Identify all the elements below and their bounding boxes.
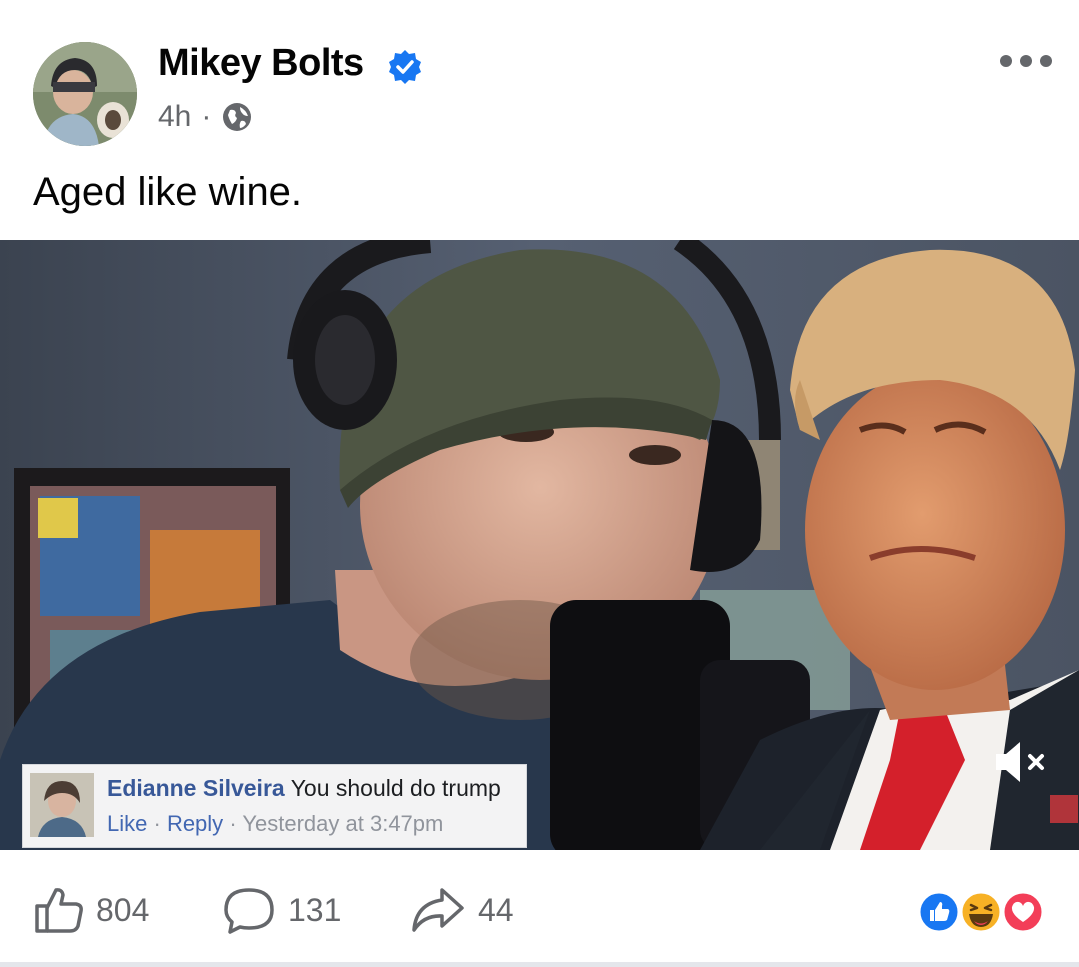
dot-icon <box>1000 55 1012 67</box>
love-reaction-icon <box>1001 890 1045 934</box>
verified-badge-icon <box>389 50 421 84</box>
share-button[interactable]: 44 <box>410 886 514 934</box>
comment-text: You should do trump <box>290 775 501 801</box>
post-header: Mikey Bolts 4h · <box>0 0 1079 160</box>
author-avatar[interactable] <box>33 42 137 146</box>
like-reaction-icon <box>917 890 961 934</box>
more-options-button[interactable] <box>1000 55 1052 69</box>
comment-like-link[interactable]: Like <box>107 811 147 836</box>
share-arrow-icon <box>412 888 464 932</box>
haha-reaction-icon <box>959 890 1003 934</box>
comment-reply-link[interactable]: Reply <box>167 811 223 836</box>
post-text: Aged like wine. <box>33 170 303 214</box>
post-divider <box>0 962 1079 967</box>
comment-author[interactable]: Edianne Silveira <box>107 775 285 801</box>
dot-icon <box>1020 55 1032 67</box>
comment-actions: Like · Reply · Yesterday at 3:47pm <box>107 811 443 837</box>
like-count: 804 <box>96 891 150 928</box>
post-meta: 4h · <box>158 100 253 134</box>
video-frame <box>0 240 1079 850</box>
post-actions: 804 131 44 <box>0 870 1079 950</box>
embedded-comment: Edianne Silveira You should do trump Lik… <box>22 764 527 848</box>
thumbs-up-icon <box>35 888 83 933</box>
post-video[interactable]: Edianne Silveira You should do trump Lik… <box>0 240 1079 850</box>
comment-avatar <box>30 773 94 837</box>
author-name[interactable]: Mikey Bolts <box>158 42 364 85</box>
comment-separator: · <box>229 811 237 836</box>
dot-icon <box>1040 55 1052 67</box>
speaker-muted-icon[interactable] <box>994 740 1050 784</box>
globe-icon <box>223 103 252 131</box>
like-button[interactable]: 804 <box>34 886 149 934</box>
comment-button[interactable]: 131 <box>222 886 341 934</box>
comment-time: Yesterday at 3:47pm <box>242 811 444 836</box>
post-timestamp[interactable]: 4h <box>158 100 191 134</box>
reaction-summary[interactable] <box>917 890 1047 934</box>
meta-separator: · <box>201 100 212 133</box>
share-count: 44 <box>478 891 514 928</box>
comment-bubble-icon <box>224 888 274 934</box>
comment-separator: · <box>153 811 161 836</box>
comment-count: 131 <box>288 891 342 928</box>
comment-content: Edianne Silveira You should do trump <box>107 775 501 802</box>
